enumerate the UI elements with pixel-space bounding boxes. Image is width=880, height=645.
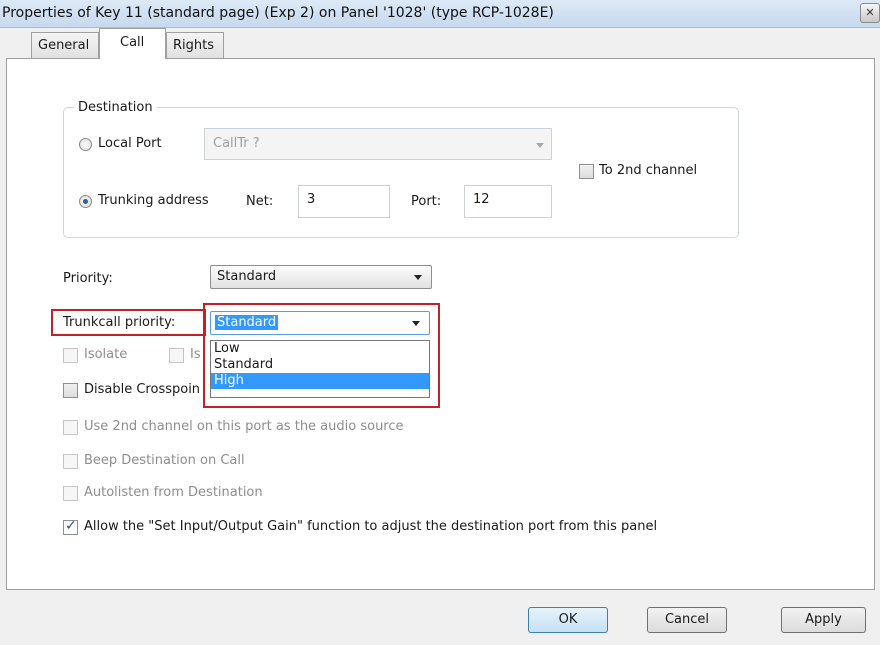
net-input[interactable]: 3	[298, 185, 390, 218]
destination-group-label: Destination	[74, 100, 157, 115]
chevron-down-icon	[414, 275, 422, 280]
disable-crosspoint-label: Disable Crosspoin	[84, 382, 201, 397]
local-port-radio[interactable]	[79, 138, 92, 151]
port-value: 12	[473, 192, 490, 207]
isolate-second-label: Is	[190, 347, 201, 362]
isolate-second-checkbox[interactable]	[169, 348, 184, 363]
local-port-select[interactable]: CallTr ?	[204, 128, 552, 160]
cancel-button[interactable]: Cancel	[647, 607, 727, 633]
autolisten-checkbox[interactable]	[63, 486, 78, 501]
chevron-down-icon	[536, 143, 544, 148]
net-label: Net:	[246, 194, 274, 209]
ok-button[interactable]: OK	[528, 607, 608, 633]
autolisten-label: Autolisten from Destination	[84, 485, 263, 500]
disable-crosspoint-checkbox[interactable]	[63, 383, 78, 398]
local-port-label: Local Port	[98, 136, 162, 151]
to-2nd-channel-checkbox[interactable]	[579, 164, 594, 179]
to-2nd-channel-label: To 2nd channel	[599, 163, 698, 178]
close-button[interactable]: ✕	[860, 3, 880, 23]
use-2nd-channel-checkbox[interactable]	[63, 420, 78, 435]
tab-call[interactable]: Call	[99, 28, 166, 59]
trunkcall-label-highlight	[51, 309, 206, 336]
priority-value: Standard	[217, 269, 277, 284]
allow-gain-label: Allow the "Set Input/Output Gain" functi…	[84, 519, 658, 534]
port-label: Port:	[411, 194, 442, 209]
tab-general[interactable]: General	[31, 32, 99, 58]
net-value: 3	[307, 192, 316, 207]
isolate-checkbox[interactable]	[63, 348, 78, 363]
local-port-value: CallTr ?	[213, 136, 260, 151]
use-2nd-channel-label: Use 2nd channel on this port as the audi…	[84, 419, 404, 434]
window-titlebar: Properties of Key 11 (standard page) (Ex…	[0, 0, 880, 28]
port-input[interactable]: 12	[464, 185, 552, 218]
beep-destination-checkbox[interactable]	[63, 454, 78, 469]
trunkcall-dropdown-highlight	[203, 303, 440, 408]
apply-button[interactable]: Apply	[781, 607, 866, 633]
window-title: Properties of Key 11 (standard page) (Ex…	[2, 5, 554, 21]
allow-gain-checkbox[interactable]	[63, 518, 78, 535]
close-icon: ✕	[865, 6, 875, 19]
isolate-label: Isolate	[84, 347, 128, 362]
trunking-address-label: Trunking address	[98, 193, 209, 208]
beep-destination-label: Beep Destination on Call	[84, 453, 245, 468]
trunking-address-radio[interactable]	[79, 195, 92, 208]
priority-label: Priority:	[63, 271, 113, 286]
tab-rights[interactable]: Rights	[166, 32, 224, 58]
priority-select[interactable]: Standard	[210, 265, 432, 289]
